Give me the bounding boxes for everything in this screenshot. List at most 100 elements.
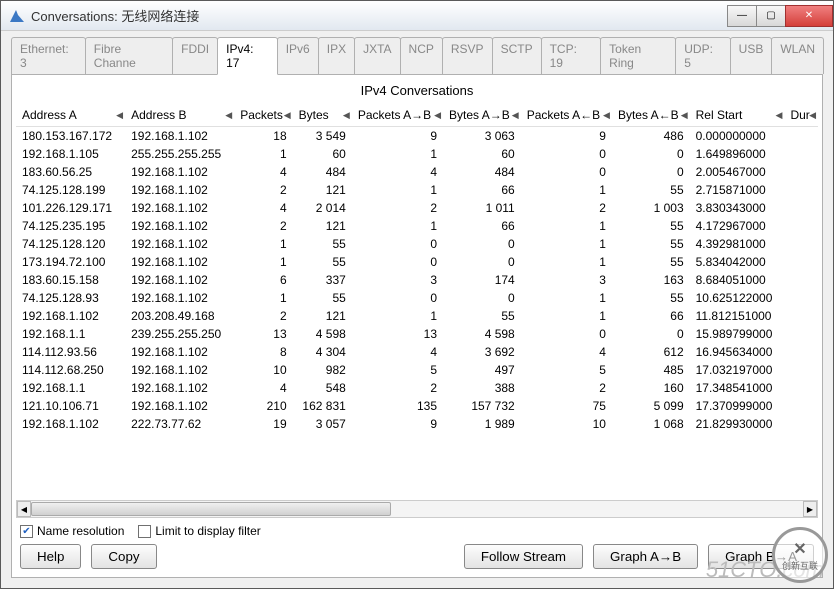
options-row: ✔ Name resolution Limit to display filte…	[16, 518, 818, 540]
cell: 3	[521, 271, 612, 289]
table-row[interactable]: 192.168.1.1239.255.255.250134 598134 598…	[16, 325, 818, 343]
app-window: Conversations: 无线网络连接 — ▢ ✕ Ethernet: 3F…	[0, 0, 834, 589]
cell: 192.168.1.102	[125, 343, 234, 361]
protocol-tabs: Ethernet: 3Fibre ChanneFDDIIPv4: 17IPv6I…	[11, 37, 823, 75]
tab-fddi[interactable]: FDDI	[172, 37, 218, 74]
table-row[interactable]: 183.60.56.25192.168.1.10244844484002.005…	[16, 163, 818, 181]
titlebar[interactable]: Conversations: 无线网络连接 — ▢ ✕	[1, 1, 833, 31]
table-row[interactable]: 192.168.1.102222.73.77.62193 05791 98910…	[16, 415, 818, 433]
cell: 0	[612, 163, 690, 181]
cell: 21.829930000	[690, 415, 785, 433]
cell: 0	[443, 289, 521, 307]
tab-ncp[interactable]: NCP	[400, 37, 443, 74]
cell: 55	[443, 307, 521, 325]
cell: 337	[293, 271, 352, 289]
scrollbar-thumb[interactable]	[31, 502, 391, 516]
table-row[interactable]: 114.112.93.56192.168.1.10284 30443 69246…	[16, 343, 818, 361]
cell: 2.715871000	[690, 181, 785, 199]
table-row[interactable]: 114.112.68.250192.168.1.1021098254975485…	[16, 361, 818, 379]
col-header[interactable]: Packets A→B◀	[352, 104, 443, 127]
tab-fibre-channe[interactable]: Fibre Channe	[85, 37, 173, 74]
horizontal-scrollbar[interactable]: ◀ ▶	[16, 500, 818, 518]
cell: 4 304	[293, 343, 352, 361]
table-row[interactable]: 192.168.1.105255.255.255.255160160001.64…	[16, 145, 818, 163]
col-header[interactable]: Bytes A←B◀	[612, 104, 690, 127]
cell: 548	[293, 379, 352, 397]
cell: 15.989799000	[690, 325, 785, 343]
cell: 114.112.93.56	[16, 343, 125, 361]
scroll-left-arrow[interactable]: ◀	[17, 501, 31, 517]
tab-ipv4-17[interactable]: IPv4: 17	[217, 37, 278, 75]
col-header[interactable]: Dur◀	[784, 104, 818, 127]
maximize-button[interactable]: ▢	[756, 5, 786, 27]
cell: 66	[443, 181, 521, 199]
tab-rsvp[interactable]: RSVP	[442, 37, 493, 74]
tab-tcp-19[interactable]: TCP: 19	[541, 37, 602, 74]
cell: 5	[521, 361, 612, 379]
cell: 5	[352, 361, 443, 379]
cell: 183.60.15.158	[16, 271, 125, 289]
cell: 55	[293, 235, 352, 253]
app-icon	[9, 8, 25, 24]
col-header[interactable]: Address B◀	[125, 104, 234, 127]
cell: 5 099	[612, 397, 690, 415]
tab-ipx[interactable]: IPX	[318, 37, 355, 74]
cell: 9	[521, 127, 612, 146]
cell: 192.168.1.102	[125, 289, 234, 307]
cell: 4	[521, 343, 612, 361]
cell: 2	[234, 181, 292, 199]
cell: 74.125.128.93	[16, 289, 125, 307]
table-row[interactable]: 74.125.128.93192.168.1.1021550015510.625…	[16, 289, 818, 307]
col-header[interactable]: Address A◀	[16, 104, 125, 127]
minimize-button[interactable]: —	[727, 5, 757, 27]
tab-wlan[interactable]: WLAN	[771, 37, 824, 74]
tab-usb[interactable]: USB	[730, 37, 773, 74]
table-row[interactable]: 180.153.167.172192.168.1.102183 54993 06…	[16, 127, 818, 146]
col-header[interactable]: Rel Start◀	[690, 104, 785, 127]
table-row[interactable]: 192.168.1.1192.168.1.10245482388216017.3…	[16, 379, 818, 397]
cell: 1	[352, 307, 443, 325]
copy-button[interactable]: Copy	[91, 544, 156, 569]
scroll-right-arrow[interactable]: ▶	[803, 501, 817, 517]
cell: 3	[352, 271, 443, 289]
checkbox-label: Name resolution	[37, 524, 124, 538]
table-row[interactable]: 183.60.15.158192.168.1.1026337317431638.…	[16, 271, 818, 289]
table-header-row: Address A◀Address B◀Packets◀Bytes◀Packet…	[16, 104, 818, 127]
conversations-panel: IPv4 Conversations Address A◀Address B◀P…	[11, 75, 823, 578]
spacer	[167, 544, 454, 569]
cell: 55	[612, 217, 690, 235]
tab-token-ring[interactable]: Token Ring	[600, 37, 676, 74]
panel-title: IPv4 Conversations	[16, 79, 818, 104]
table-row[interactable]: 121.10.106.71192.168.1.102210162 8311351…	[16, 397, 818, 415]
close-button[interactable]: ✕	[785, 5, 833, 27]
name-resolution-checkbox[interactable]: ✔ Name resolution	[20, 524, 124, 538]
cell: 75	[521, 397, 612, 415]
tab-ethernet-3[interactable]: Ethernet: 3	[11, 37, 86, 74]
tab-udp-5[interactable]: UDP: 5	[675, 37, 730, 74]
cell: 203.208.49.168	[125, 307, 234, 325]
tab-jxta[interactable]: JXTA	[354, 37, 400, 74]
cell: 2	[352, 379, 443, 397]
display-filter-checkbox[interactable]: Limit to display filter	[138, 524, 260, 538]
table-row[interactable]: 74.125.128.199192.168.1.10221211661552.7…	[16, 181, 818, 199]
table-row[interactable]: 173.194.72.100192.168.1.102155001555.834…	[16, 253, 818, 271]
col-header[interactable]: Bytes A→B◀	[443, 104, 521, 127]
cell: 3 063	[443, 127, 521, 146]
col-header[interactable]: Bytes◀	[293, 104, 352, 127]
cell: 174	[443, 271, 521, 289]
table-row[interactable]: 74.125.235.195192.168.1.10221211661554.1…	[16, 217, 818, 235]
button-row: Help Copy Follow Stream Graph A→B Graph …	[16, 540, 818, 569]
table-row[interactable]: 74.125.128.120192.168.1.102155001554.392…	[16, 235, 818, 253]
col-header[interactable]: Packets◀	[234, 104, 292, 127]
cell: 3 692	[443, 343, 521, 361]
tab-sctp[interactable]: SCTP	[492, 37, 542, 74]
graph-ab-button[interactable]: Graph A→B	[593, 544, 698, 569]
follow-stream-button[interactable]: Follow Stream	[464, 544, 583, 569]
table-row[interactable]: 192.168.1.102203.208.49.168212115516611.…	[16, 307, 818, 325]
col-header[interactable]: Packets A←B◀	[521, 104, 612, 127]
graph-ba-button[interactable]: Graph B→A	[708, 544, 814, 569]
tab-ipv6[interactable]: IPv6	[277, 37, 319, 74]
table-row[interactable]: 101.226.129.171192.168.1.10242 01421 011…	[16, 199, 818, 217]
cell: 192.168.1.102	[125, 379, 234, 397]
help-button[interactable]: Help	[20, 544, 81, 569]
